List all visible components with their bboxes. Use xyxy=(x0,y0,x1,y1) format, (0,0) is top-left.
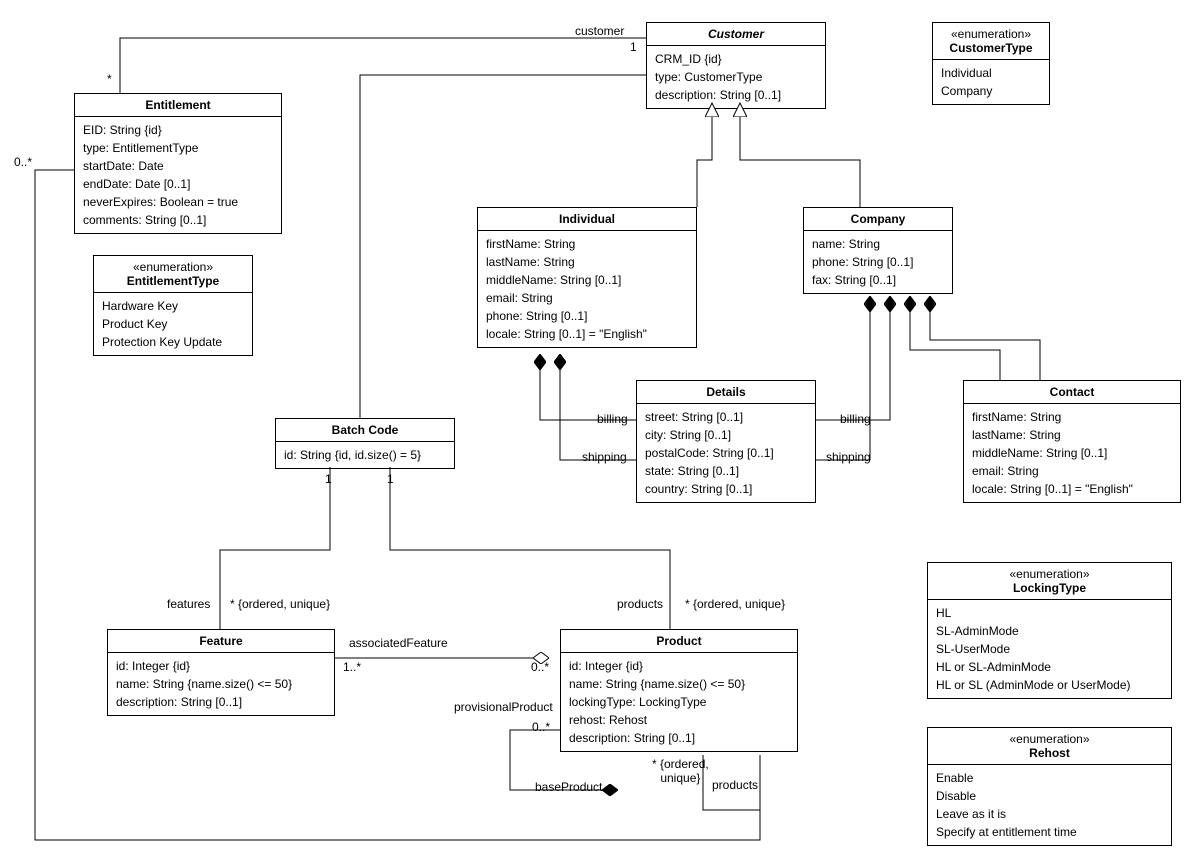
class-title: Contact xyxy=(964,381,1180,404)
class-individual: Individual firstName: String lastName: S… xyxy=(477,207,697,348)
class-company: Company name: String phone: String [0..1… xyxy=(803,207,953,294)
class-details: Details street: String [0..1] city: Stri… xyxy=(636,380,816,503)
label-baseproduct: baseProduct xyxy=(533,780,604,794)
label-billing-left: billing xyxy=(595,412,630,426)
class-body: name: String phone: String [0..1] fax: S… xyxy=(804,231,952,293)
label-products: products xyxy=(615,597,665,611)
label-products-ordered: * {ordered, unique} xyxy=(683,597,787,611)
label-zero-star: 0..* xyxy=(12,155,34,169)
class-title: Individual xyxy=(478,208,696,231)
class-body: EID: String {id} type: EntitlementType s… xyxy=(75,117,281,233)
label-shipping-right: shipping xyxy=(824,450,873,464)
class-title: Entitlement xyxy=(75,94,281,117)
class-body: CRM_ID {id} type: CustomerType descripti… xyxy=(647,46,825,108)
class-title: Product xyxy=(561,630,797,653)
enum-rehost: «enumeration» Rehost Enable Disable Leav… xyxy=(927,727,1172,846)
class-body: id: String {id, id.size() = 5} xyxy=(276,442,454,468)
class-customer: Customer CRM_ID {id} type: CustomerType … xyxy=(646,22,826,109)
label-features-ordered: * {ordered, unique} xyxy=(228,597,332,611)
label-bc-one-right: 1 xyxy=(385,472,396,486)
label-customer-role: customer xyxy=(573,24,626,38)
label-shipping-left: shipping xyxy=(580,450,629,464)
label-oneplus: 1..* xyxy=(341,660,363,674)
class-body: HL SL-AdminMode SL-UserMode HL or SL-Adm… xyxy=(928,600,1171,698)
class-title: Customer xyxy=(647,23,825,46)
class-body: Enable Disable Leave as it is Specify at… xyxy=(928,765,1171,845)
class-title: «enumeration» Rehost xyxy=(928,728,1171,765)
class-body: firstName: String lastName: String middl… xyxy=(964,404,1180,502)
label-products-self: products xyxy=(710,778,760,792)
label-customer-one: 1 xyxy=(628,40,639,54)
label-provisional: provisionalProduct xyxy=(452,700,555,714)
class-title: Feature xyxy=(108,630,334,653)
class-batchcode: Batch Code id: String {id, id.size() = 5… xyxy=(275,418,455,469)
label-bc-one-left: 1 xyxy=(323,472,334,486)
enum-lockingtype: «enumeration» LockingType HL SL-AdminMod… xyxy=(927,562,1172,699)
class-title: Batch Code xyxy=(276,419,454,442)
enum-customertype: «enumeration» CustomerType Individual Co… xyxy=(932,22,1050,105)
class-product: Product id: Integer {id} name: String {n… xyxy=(560,629,798,752)
class-feature: Feature id: Integer {id} name: String {n… xyxy=(107,629,335,716)
class-body: firstName: String lastName: String middl… xyxy=(478,231,696,347)
label-features: features xyxy=(165,597,212,611)
enum-entitlementtype: «enumeration» EntitlementType Hardware K… xyxy=(93,255,253,356)
class-title: «enumeration» EntitlementType xyxy=(94,256,252,293)
class-title: Details xyxy=(637,381,815,404)
label-entitlement-star: * xyxy=(105,72,114,86)
label-zerostar-agg: 0..* xyxy=(529,660,551,674)
class-body: street: String [0..1] city: String [0..1… xyxy=(637,404,815,502)
label-billing-right: billing xyxy=(838,412,873,426)
class-body: id: Integer {id} name: String {name.size… xyxy=(108,653,334,715)
class-body: Individual Company xyxy=(933,60,1049,104)
label-provisional-zerostar: 0..* xyxy=(530,720,552,734)
class-entitlement: Entitlement EID: String {id} type: Entit… xyxy=(74,93,282,234)
label-products-self-ordered: * {ordered,unique} xyxy=(650,757,711,786)
class-title: «enumeration» LockingType xyxy=(928,563,1171,600)
class-title: «enumeration» CustomerType xyxy=(933,23,1049,60)
class-body: id: Integer {id} name: String {name.size… xyxy=(561,653,797,751)
label-associated-feature: associatedFeature xyxy=(347,636,450,650)
class-contact: Contact firstName: String lastName: Stri… xyxy=(963,380,1181,503)
class-body: Hardware Key Product Key Protection Key … xyxy=(94,293,252,355)
class-title: Company xyxy=(804,208,952,231)
